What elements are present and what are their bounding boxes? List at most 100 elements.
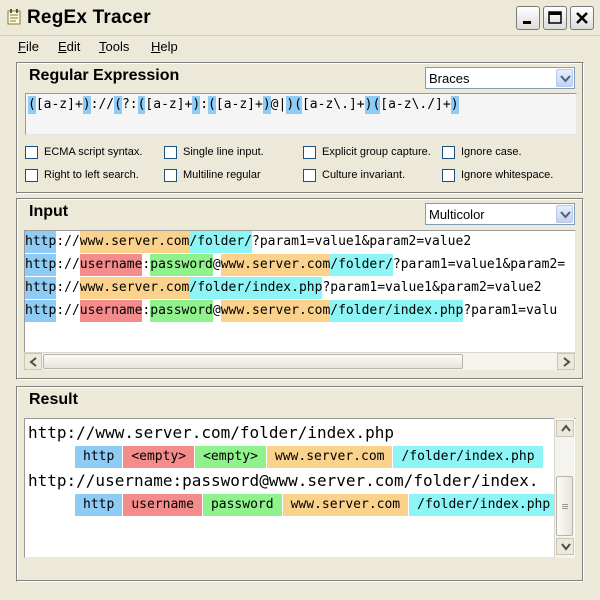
input-segment: password <box>150 300 213 322</box>
regex-token: ) <box>286 96 295 114</box>
input-segment: : <box>142 257 151 272</box>
regex-token: ( <box>28 96 36 114</box>
regex-token: [a-z\.]+ <box>301 97 365 112</box>
result-view[interactable]: http://www.server.com/folder/index.php ht… <box>24 418 576 558</box>
notepad-icon <box>7 9 21 25</box>
checkbox[interactable] <box>442 146 455 159</box>
checkbox[interactable] <box>25 146 38 159</box>
menu-help[interactable]: Help <box>151 39 178 54</box>
input-line: http://www.server.com/folder/?param1=val… <box>25 231 471 253</box>
result-group-title: Result <box>29 391 78 408</box>
title-bar[interactable]: RegEx Tracer <box>0 0 600 36</box>
close-button[interactable] <box>570 6 594 30</box>
regex-token: ?: <box>121 97 138 112</box>
input-segment: www.server.com <box>220 254 331 276</box>
input-line: http://www.server.com/folder/index.php?p… <box>25 277 542 299</box>
menu-tools[interactable]: Tools <box>99 39 129 54</box>
group-cell: /folder/index.php <box>409 494 559 516</box>
regex-group: Regular Expression Braces ([a-z]+)://(?:… <box>16 62 584 194</box>
group-cell: password <box>202 494 282 516</box>
input-segment: http <box>25 277 57 299</box>
regex-token: [a-z\./]+ <box>380 97 451 112</box>
chevron-right-icon <box>563 357 571 367</box>
option-label: Multiline regular <box>183 169 261 181</box>
maximize-button[interactable] <box>543 6 567 30</box>
regex-token: ) <box>450 96 459 114</box>
scroll-thumb[interactable] <box>556 476 573 536</box>
option-label: Ignore whitespace. <box>461 169 554 181</box>
group-cell: http <box>75 446 123 468</box>
regex-token: ( <box>294 96 302 114</box>
menu-edit[interactable]: Edit <box>58 39 80 54</box>
input-segment: http <box>25 254 57 276</box>
scroll-down-button[interactable] <box>556 538 574 555</box>
checkbox[interactable] <box>303 146 316 159</box>
checkbox[interactable] <box>25 169 38 182</box>
scroll-right-button[interactable] <box>557 353 575 370</box>
input-segment: /folder/index.php <box>189 277 323 299</box>
checkbox[interactable] <box>442 169 455 182</box>
minimize-icon <box>523 21 531 24</box>
checkbox[interactable] <box>164 146 177 159</box>
chevron-down-icon <box>561 543 571 551</box>
input-segment: www.server.com <box>79 231 190 253</box>
group-cell: http <box>75 494 123 516</box>
input-segment: :// <box>56 303 80 318</box>
minimize-button[interactable] <box>516 6 540 30</box>
match-groups: http username password www.server.com/folde… <box>75 494 559 516</box>
input-segment: /folder/ <box>330 254 393 276</box>
input-segment: /folder/index.php <box>330 300 464 322</box>
input-segment: ?param1=value1&param2=value2 <box>252 234 472 249</box>
regex-expression: ([a-z]+)://(?:([a-z]+):([a-z]+)@|)([a-z\… <box>28 96 459 114</box>
menu-accelerator: H <box>151 39 161 54</box>
input-mode-select[interactable]: Multicolor <box>425 203 575 225</box>
input-segment: @ <box>212 303 221 318</box>
input-segment: ?param1=value1&param2= <box>392 257 566 272</box>
regex-token: : <box>200 97 209 112</box>
regex-token: ) <box>192 96 201 114</box>
group-cell: username <box>123 494 202 516</box>
chevron-left-icon <box>29 357 37 367</box>
checkbox[interactable] <box>164 169 177 182</box>
scroll-thumb[interactable] <box>43 354 463 369</box>
regex-mode-select[interactable]: Braces <box>425 67 575 89</box>
scroll-left-button[interactable] <box>24 353 42 370</box>
input-segment: username <box>79 254 143 276</box>
input-segment: @ <box>212 257 221 272</box>
input-group-title: Input <box>29 203 69 220</box>
regex-token: ( <box>208 96 216 114</box>
result-vertical-scrollbar[interactable] <box>554 418 574 558</box>
checkbox[interactable] <box>303 169 316 182</box>
input-horizontal-scrollbar[interactable] <box>24 352 576 370</box>
regex-token: ( <box>372 96 381 114</box>
input-mode-value: Multicolor <box>429 207 485 222</box>
regex-token: ( <box>137 96 146 114</box>
dropdown-arrow[interactable] <box>556 69 573 87</box>
input-segment: :// <box>56 234 80 249</box>
grip-icon <box>562 504 568 505</box>
regex-token: ) <box>364 96 373 114</box>
input-segment: /folder/ <box>189 231 252 253</box>
regex-mode-value: Braces <box>429 71 470 86</box>
input-segment: ?param1=valu <box>463 303 558 318</box>
input-textarea[interactable]: http://www.server.com/folder/?param1=val… <box>24 230 576 370</box>
menu-file[interactable]: File <box>18 39 39 54</box>
menu-accelerator: E <box>58 39 67 54</box>
regex-token: ) <box>262 96 271 114</box>
status-bar <box>0 588 600 600</box>
input-segment: password <box>150 254 213 276</box>
match-text: http://username:password@www.server.com/… <box>28 471 539 490</box>
menu-bar: File Edit Tools Help <box>0 36 600 58</box>
regex-input[interactable]: ([a-z]+)://(?:([a-z]+):([a-z]+)@|)([a-z\… <box>25 93 577 135</box>
close-icon <box>576 12 588 24</box>
input-segment: ?param1=value1&param2=value2 <box>322 280 542 295</box>
regex-token: ) <box>82 96 91 114</box>
input-segment: www.server.com <box>220 300 331 322</box>
input-segment: username <box>79 300 143 322</box>
input-segment: www.server.com <box>79 277 190 299</box>
input-segment: : <box>142 303 151 318</box>
scroll-up-button[interactable] <box>556 420 574 437</box>
option-label: Right to left search. <box>44 169 139 181</box>
dropdown-arrow[interactable] <box>556 205 573 223</box>
regex-token: :// <box>90 97 115 112</box>
